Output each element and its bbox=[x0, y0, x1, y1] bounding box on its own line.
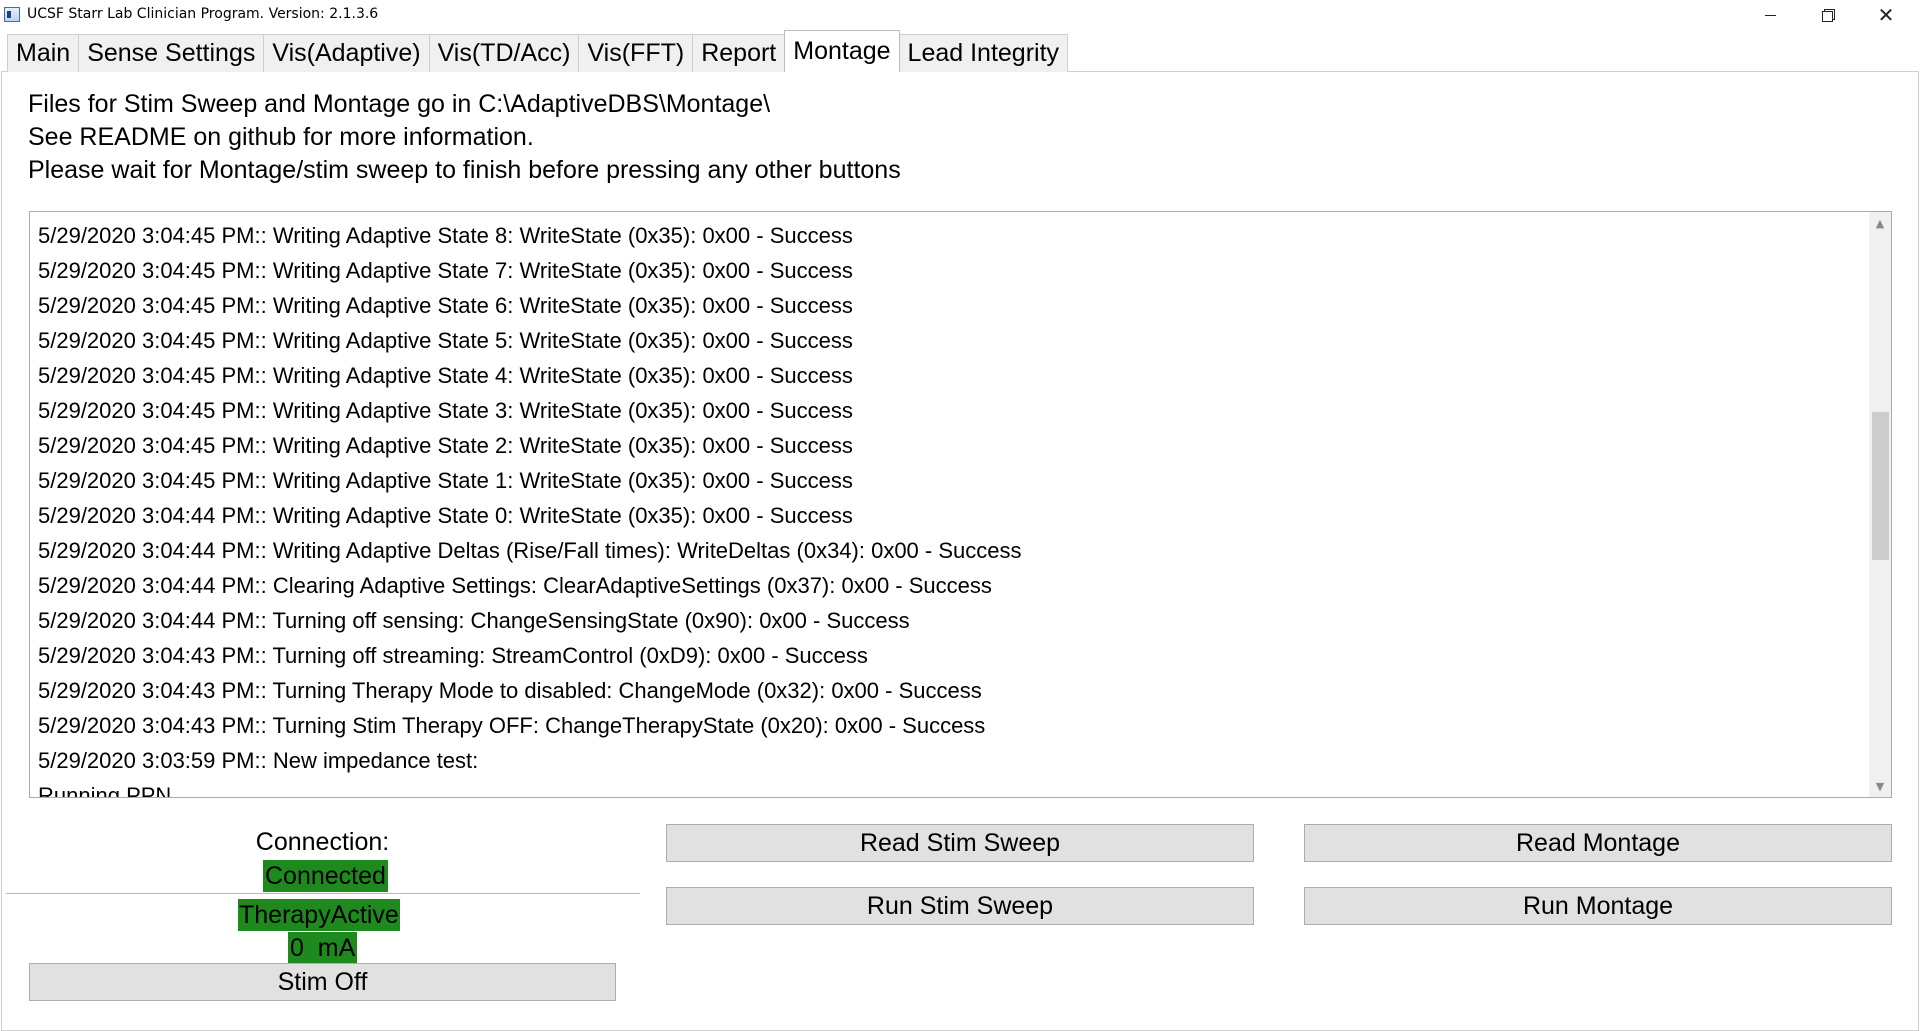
log-entry[interactable]: 5/29/2020 3:04:45 PM:: Writing Adaptive … bbox=[38, 253, 1858, 288]
amplitude-status-badge: 0 mA bbox=[288, 932, 358, 964]
log-entry[interactable]: 5/29/2020 3:04:44 PM:: Turning off sensi… bbox=[38, 603, 1858, 638]
instruction-line: Please wait for Montage/stim sweep to fi… bbox=[28, 156, 901, 184]
log-listbox[interactable]: 5/29/2020 3:04:45 PM:: Writing Adaptive … bbox=[29, 211, 1892, 798]
status-divider bbox=[6, 893, 640, 894]
log-entry[interactable]: 5/29/2020 3:04:45 PM:: Writing Adaptive … bbox=[38, 463, 1858, 498]
minimize-button[interactable] bbox=[1741, 0, 1799, 30]
close-button[interactable]: ✕ bbox=[1857, 0, 1915, 30]
log-entry[interactable]: 5/29/2020 3:04:45 PM:: Writing Adaptive … bbox=[38, 288, 1858, 323]
log-scrollbar[interactable]: ▲ ▼ bbox=[1869, 212, 1891, 797]
scroll-down-icon[interactable]: ▼ bbox=[1869, 775, 1891, 797]
instruction-line: Files for Stim Sweep and Montage go in C… bbox=[28, 90, 771, 118]
log-entry[interactable]: 5/29/2020 3:04:45 PM:: Writing Adaptive … bbox=[38, 393, 1858, 428]
therapy-status-badge: TherapyActive bbox=[238, 899, 400, 931]
stim-off-button[interactable]: Stim Off bbox=[29, 963, 616, 1001]
log-entry[interactable]: 5/29/2020 3:04:44 PM:: Writing Adaptive … bbox=[38, 498, 1858, 533]
log-entry[interactable]: 5/29/2020 3:04:43 PM:: Turning Therapy M… bbox=[38, 673, 1858, 708]
tab-main[interactable]: Main bbox=[7, 34, 80, 72]
tab-sense-settings[interactable]: Sense Settings bbox=[78, 34, 265, 72]
tab-lead-integrity[interactable]: Lead Integrity bbox=[898, 34, 1069, 72]
log-entry[interactable]: 5/29/2020 3:04:45 PM:: Writing Adaptive … bbox=[38, 323, 1858, 358]
restore-icon bbox=[1822, 9, 1835, 22]
tab-vis-adaptive[interactable]: Vis(Adaptive) bbox=[263, 34, 430, 72]
log-entry[interactable]: 5/29/2020 3:04:44 PM:: Clearing Adaptive… bbox=[38, 568, 1858, 603]
close-icon: ✕ bbox=[1877, 3, 1895, 27]
read-montage-button[interactable]: Read Montage bbox=[1304, 824, 1892, 862]
restore-button[interactable] bbox=[1799, 0, 1857, 30]
window-title: UCSF Starr Lab Clinician Program. Versio… bbox=[27, 6, 379, 22]
log-entry[interactable]: Running PPN bbox=[38, 778, 1858, 797]
tab-bar: Main Sense Settings Vis(Adaptive) Vis(TD… bbox=[7, 30, 1069, 72]
instruction-line: See README on github for more informatio… bbox=[28, 123, 534, 151]
tab-montage[interactable]: Montage bbox=[784, 30, 900, 72]
read-stim-sweep-button[interactable]: Read Stim Sweep bbox=[666, 824, 1254, 862]
run-montage-button[interactable]: Run Montage bbox=[1304, 887, 1892, 925]
log-entry[interactable]: 5/29/2020 3:04:43 PM:: Turning Stim Ther… bbox=[38, 708, 1858, 743]
tab-report[interactable]: Report bbox=[692, 34, 786, 72]
scroll-up-icon[interactable]: ▲ bbox=[1869, 212, 1891, 234]
montage-instructions: Files for Stim Sweep and Montage go in C… bbox=[28, 88, 901, 187]
log-entry[interactable]: 5/29/2020 3:04:45 PM:: Writing Adaptive … bbox=[38, 428, 1858, 463]
log-entry[interactable]: 5/29/2020 3:04:43 PM:: Turning off strea… bbox=[38, 638, 1858, 673]
log-entry[interactable]: 5/29/2020 3:04:45 PM:: Writing Adaptive … bbox=[38, 218, 1858, 253]
run-stim-sweep-button[interactable]: Run Stim Sweep bbox=[666, 887, 1254, 925]
title-bar: UCSF Starr Lab Clinician Program. Versio… bbox=[0, 0, 1920, 30]
app-icon bbox=[4, 7, 20, 22]
log-entry[interactable]: 5/29/2020 3:04:44 PM:: Writing Adaptive … bbox=[38, 533, 1858, 568]
minimize-icon bbox=[1764, 14, 1776, 16]
log-entry[interactable]: 5/29/2020 3:04:45 PM:: Writing Adaptive … bbox=[38, 358, 1858, 393]
log-entry[interactable]: 5/29/2020 3:03:59 PM:: New impedance tes… bbox=[38, 743, 1858, 778]
connection-status-badge: Connected bbox=[263, 860, 388, 892]
scroll-thumb[interactable] bbox=[1872, 412, 1889, 560]
connection-label: Connection: bbox=[255, 828, 390, 856]
tab-vis-td-acc[interactable]: Vis(TD/Acc) bbox=[428, 34, 580, 72]
log-list: 5/29/2020 3:04:45 PM:: Writing Adaptive … bbox=[38, 218, 1858, 797]
app-window: UCSF Starr Lab Clinician Program. Versio… bbox=[0, 0, 1920, 1031]
tab-vis-fft[interactable]: Vis(FFT) bbox=[578, 34, 694, 72]
